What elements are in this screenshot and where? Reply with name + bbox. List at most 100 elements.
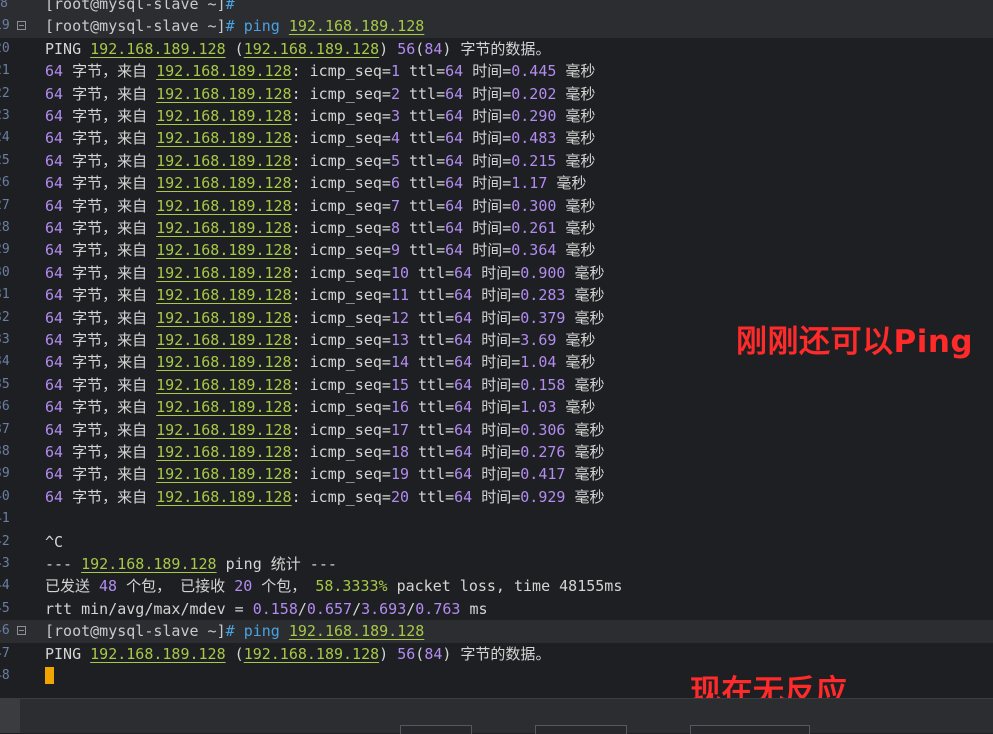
line-number: 19 [0, 18, 10, 34]
line-number: 22 [0, 85, 10, 101]
line-text: [root@mysql-slave ~]# ping 192.168.189.1… [45, 15, 424, 37]
reply-ttl-label: ttl= [409, 286, 455, 305]
reply-bytes: 64 [45, 107, 64, 125]
reply-bytes: 64 [45, 353, 64, 372]
reply-time-label: 时间= [472, 465, 521, 484]
reply-time-label: 时间= [472, 308, 521, 327]
line-number: 32 [0, 309, 10, 325]
status-bar-field[interactable] [690, 725, 810, 734]
line-number: 34 [0, 354, 10, 370]
reply-from-label: 字节，来自 [63, 487, 157, 506]
reply-from-label: 字节，来自 [63, 286, 157, 305]
reply-ttl: 64 [445, 62, 464, 81]
reply-time: 0.379 [520, 308, 566, 327]
terminal-line: 19 [root@mysql-slave ~]# ping 192.168.189… [0, 15, 993, 38]
ip-address: 192.168.189.128 [288, 17, 425, 36]
reply-ttl: 64 [454, 420, 473, 439]
line-text: 64 字节，来自 192.168.189.128: icmp_seq=1 ttl… [45, 60, 595, 82]
reply-unit: 毫秒 [556, 151, 596, 170]
reply-time: 0.929 [520, 487, 566, 506]
line-number: 42 [0, 533, 10, 549]
ip-address: 192.168.189.128 [156, 107, 292, 125]
reply-time-label: 时间= [463, 107, 512, 125]
rtt-label: rtt min/avg/max/mdev = [45, 599, 253, 618]
reply-ttl: 64 [454, 375, 473, 394]
reply-time: 0.300 [511, 196, 557, 215]
reply-seq: 18 [390, 443, 409, 461]
reply-time-label: 时间= [472, 487, 521, 506]
line-text: 64 字节，来自 192.168.189.128: icmp_seq=5 ttl… [45, 150, 595, 172]
reply-ttl-label: ttl= [409, 398, 455, 417]
text-cursor [45, 667, 54, 684]
ping-header-tail: 字节的数据。 [451, 39, 551, 58]
reply-from-label: 字节，来自 [63, 129, 157, 148]
reply-time: 1.17 [511, 174, 548, 193]
reply-seq: 7 [390, 196, 400, 215]
reply-ttl-label: ttl= [409, 353, 455, 372]
reply-from-label: 字节，来自 [63, 62, 157, 81]
line-number: 37 [0, 421, 10, 437]
terminal-line: 47 PING 192.168.189.128 (192.168.189.128)… [0, 643, 993, 665]
reply-unit: 毫秒 [556, 353, 596, 372]
ip-address: 192.168.189.128 [156, 487, 292, 506]
line-text: --- 192.168.189.128 ping 统计 --- [45, 553, 337, 575]
terminal-line: 43 --- 192.168.189.128 ping 统计 --- [0, 553, 993, 575]
line-text: 64 字节，来自 192.168.189.128: icmp_seq=10 tt… [45, 262, 604, 284]
reply-ttl: 64 [445, 107, 464, 125]
reply-seq-label: : icmp_seq= [291, 375, 391, 394]
reply-ttl-label: ttl= [409, 331, 455, 349]
rtt-unit: ms [460, 599, 488, 618]
reply-seq: 11 [390, 286, 409, 305]
reply-bytes: 64 [45, 398, 64, 417]
terminal-line: 29 64 字节，来自 192.168.189.128: icmp_seq=9 t… [0, 239, 993, 261]
reply-ttl: 64 [445, 151, 464, 170]
ip-address: 192.168.189.128 [90, 644, 226, 663]
reply-time-label: 时间= [472, 420, 521, 439]
reply-seq-label: : icmp_seq= [291, 151, 391, 170]
reply-unit: 毫秒 [556, 129, 596, 148]
reply-time: 0.483 [511, 129, 557, 148]
reply-unit: 毫秒 [556, 107, 596, 125]
ip-address: 192.168.189.128 [156, 353, 292, 372]
terminal-line: 27 64 字节，来自 192.168.189.128: icmp_seq=7 t… [0, 195, 993, 217]
reply-ttl-label: ttl= [409, 308, 455, 327]
reply-from-label: 字节，来自 [63, 443, 157, 461]
reply-seq-label: : icmp_seq= [291, 308, 391, 327]
reply-bytes: 64 [45, 84, 64, 103]
terminal-line: 45 rtt min/avg/max/mdev = 0.158/0.657/3.6… [0, 598, 993, 620]
reply-ttl-label: ttl= [399, 84, 446, 103]
reply-bytes: 64 [45, 420, 64, 439]
reply-bytes: 64 [45, 174, 64, 193]
fold-toggle-icon[interactable] [17, 626, 26, 636]
reply-seq: 10 [390, 263, 409, 282]
reply-ttl-label: ttl= [399, 219, 446, 237]
packet-size-total: 84 [424, 39, 443, 58]
line-number: 20 [0, 40, 10, 56]
terminal-line: 26 64 字节，来自 192.168.189.128: icmp_seq=6 t… [0, 172, 993, 194]
reply-time: 0.364 [511, 241, 557, 260]
reply-seq-label: : icmp_seq= [291, 241, 391, 260]
reply-seq-label: : icmp_seq= [291, 286, 391, 305]
reply-seq: 13 [390, 331, 409, 349]
reply-unit: 毫秒 [556, 84, 596, 103]
annotation-ping-worked: 刚刚还可以Ping [736, 324, 974, 360]
reply-seq-label: : icmp_seq= [291, 420, 391, 439]
status-bar [0, 698, 993, 734]
reply-time-label: 时间= [472, 375, 521, 394]
status-bar-field[interactable] [400, 725, 472, 734]
status-bar-field[interactable] [535, 725, 627, 734]
reply-bytes: 64 [45, 263, 64, 282]
reply-ttl-label: ttl= [399, 129, 446, 148]
shell-prompt: [root@mysql-slave ~] [45, 17, 226, 36]
reply-ttl: 64 [454, 331, 473, 349]
line-text: 64 字节，来自 192.168.189.128: icmp_seq=3 ttl… [45, 105, 595, 127]
fold-toggle-icon[interactable] [17, 21, 26, 31]
terminal-line: 23 64 字节，来自 192.168.189.128: icmp_seq=3 t… [0, 105, 993, 127]
reply-seq: 5 [390, 151, 400, 170]
line-text: ^C [45, 531, 63, 553]
ping-header-label: PING [45, 39, 91, 58]
line-number: 41 [0, 511, 10, 527]
reply-bytes: 64 [45, 443, 64, 461]
reply-seq-label: : icmp_seq= [291, 353, 391, 372]
reply-seq: 17 [390, 420, 409, 439]
